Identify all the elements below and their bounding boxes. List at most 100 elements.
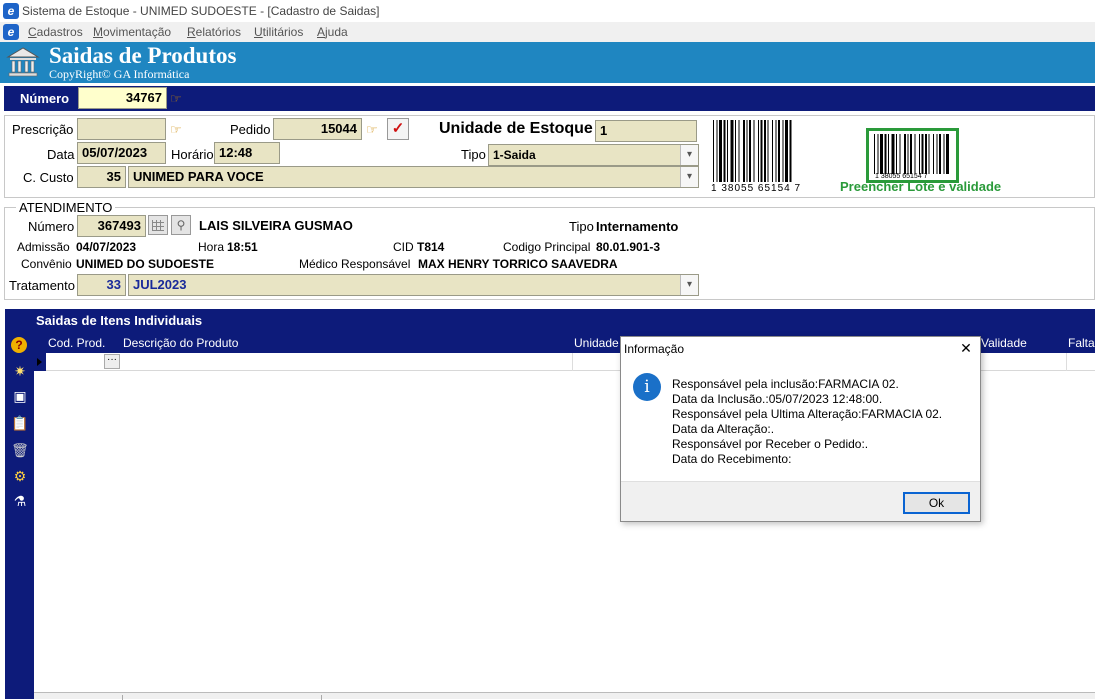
menu-relatorios[interactable]: Relatórios [187, 25, 241, 39]
dialog-line: Responsável por Receber o Pedido:. [672, 437, 869, 451]
status-strip [34, 692, 1095, 700]
barcode-bar [789, 120, 792, 182]
col-falta[interactable]: Falta [1068, 336, 1095, 350]
chevron-down-icon[interactable]: ▾ [680, 167, 698, 187]
row-lookup-button[interactable]: ··· [104, 354, 120, 369]
menu-utilitarios[interactable]: Utilitários [254, 25, 303, 39]
atendimento-numero-field[interactable]: 367493 [77, 215, 146, 237]
dialog-line: Responsável pela Ultima Alteração:FARMAC… [672, 407, 943, 421]
clipboard-icon[interactable]: 📋 [11, 414, 29, 432]
checkmark-button[interactable]: ✓ [387, 118, 409, 140]
barcode-bars [874, 134, 949, 174]
barcode-bar [910, 134, 912, 174]
menu-movimentacao[interactable]: Movimentação [93, 25, 171, 39]
custo-label: C. Custo [23, 170, 74, 185]
barcode-bar [891, 134, 895, 174]
horario-field[interactable]: 12:48 [214, 142, 280, 164]
admissao-label: Admissão [17, 240, 70, 254]
header-banner: Saidas de Produtos CopyRight© GA Informá… [0, 42, 1095, 83]
col-validade[interactable]: Validade [981, 336, 1027, 350]
convenio-label: Convênio [21, 257, 72, 271]
barcode-bars [713, 120, 792, 182]
settings-icon[interactable]: ⚙ [11, 467, 29, 485]
barcode-bar [760, 120, 763, 182]
barcode-bar [772, 120, 773, 182]
barcode-bar [758, 120, 759, 182]
ok-button[interactable]: Ok [903, 492, 970, 514]
atendimento-numero-label: Número [28, 219, 75, 234]
dialog-line: Data do Recebimento: [672, 452, 792, 466]
menu-ajuda[interactable]: Ajuda [317, 25, 348, 39]
barcode-bar [936, 134, 938, 174]
col-descricao[interactable]: Descrição do Produto [123, 336, 238, 350]
barcode-bar [921, 134, 924, 174]
data-label: Data [47, 147, 75, 162]
unidade-field[interactable]: 1 [595, 120, 697, 142]
custo-select[interactable]: UNIMED PARA VOCE ▾ [128, 166, 699, 188]
trash-icon[interactable]: 🗑 [11, 441, 29, 459]
info-dialog: Informação ✕ i Responsável pela inclusão… [620, 336, 981, 522]
flask-icon[interactable]: ⚗ [11, 492, 29, 510]
horario-label: Horário [171, 147, 214, 162]
pedido-field[interactable]: 15044 [273, 118, 362, 140]
close-icon[interactable]: ✕ [957, 340, 975, 357]
prescricao-field[interactable] [77, 118, 166, 140]
barcode-bar [896, 134, 897, 174]
tratamento-code-field[interactable]: 33 [77, 274, 126, 296]
col-cod-prod[interactable]: Cod. Prod. [48, 336, 105, 350]
tipo-select[interactable]: 1-Saida ▾ [488, 144, 699, 166]
barcode-bar [919, 134, 920, 174]
chevron-down-icon[interactable]: ▾ [680, 275, 698, 295]
barcode-bar [899, 134, 901, 174]
codigo-principal-value: 80.01.901-3 [596, 240, 661, 254]
tratamento-select-value: JUL2023 [133, 277, 187, 292]
page-title: Saidas de Produtos [49, 43, 237, 68]
numero-field[interactable]: 34767 [78, 87, 167, 109]
dialog-line: Responsável pela inclusão:FARMACIA 02. [672, 377, 899, 391]
barcode-bar [785, 120, 788, 182]
barcode-bar [753, 120, 755, 182]
unidade-label: Unidade de Estoque [439, 120, 593, 137]
column-divider [572, 353, 573, 371]
barcode-highlight-box[interactable]: 1 38055 65154 7 [866, 128, 959, 183]
copyright-text: CopyRight© GA Informática [49, 67, 190, 81]
barcode-bar [716, 120, 718, 182]
barcode-bar [743, 120, 745, 182]
e-logo-icon[interactable]: e [3, 24, 19, 40]
custo-code-field[interactable]: 35 [77, 166, 126, 188]
hora-value: 18:51 [227, 240, 258, 254]
barcode-bar [764, 120, 766, 182]
dialog-line: Data da Alteração:. [672, 422, 775, 436]
barcode-bar [888, 134, 889, 174]
row-indicator [34, 353, 46, 371]
barcode-bar [719, 120, 722, 182]
pedido-label: Pedido [230, 122, 271, 137]
binoculars-icon[interactable]: ⚲ [171, 215, 191, 235]
calendar-icon[interactable] [148, 215, 168, 235]
atendimento-tipo-label: Tipo [569, 219, 594, 234]
barcode-bar [928, 134, 930, 174]
pointing-hand-icon[interactable]: ☞ [170, 122, 182, 138]
pointing-hand-icon[interactable]: ☞ [170, 91, 182, 107]
custo-select-value: UNIMED PARA VOCE [133, 169, 264, 184]
col-unidade[interactable]: Unidade [574, 336, 619, 350]
barcode-bar [778, 120, 780, 182]
save-icon[interactable]: ▣ [11, 387, 29, 405]
barcode-bar [880, 134, 883, 174]
barcode-bar [738, 120, 740, 182]
barcode-bar [874, 134, 875, 174]
tipo-label: Tipo [461, 147, 486, 162]
barcode-bar [943, 134, 945, 174]
pointing-hand-icon[interactable]: ☞ [366, 122, 378, 138]
barcode-bar [933, 134, 934, 174]
numero-bar: Número 34767 ☞ [4, 86, 1095, 111]
chevron-down-icon[interactable]: ▾ [680, 145, 698, 165]
admissao-value: 04/07/2023 [76, 240, 137, 254]
medico-label: Médico Responsável [299, 257, 411, 271]
convenio-value: UNIMED DO SUDOESTE [76, 257, 215, 271]
data-field[interactable]: 05/07/2023 [77, 142, 166, 164]
menu-cadastros[interactable]: Cadastros [28, 25, 83, 39]
new-icon[interactable]: ✷ [11, 362, 29, 380]
help-icon[interactable]: ? [11, 337, 29, 355]
tratamento-select[interactable]: JUL2023 ▾ [128, 274, 699, 296]
